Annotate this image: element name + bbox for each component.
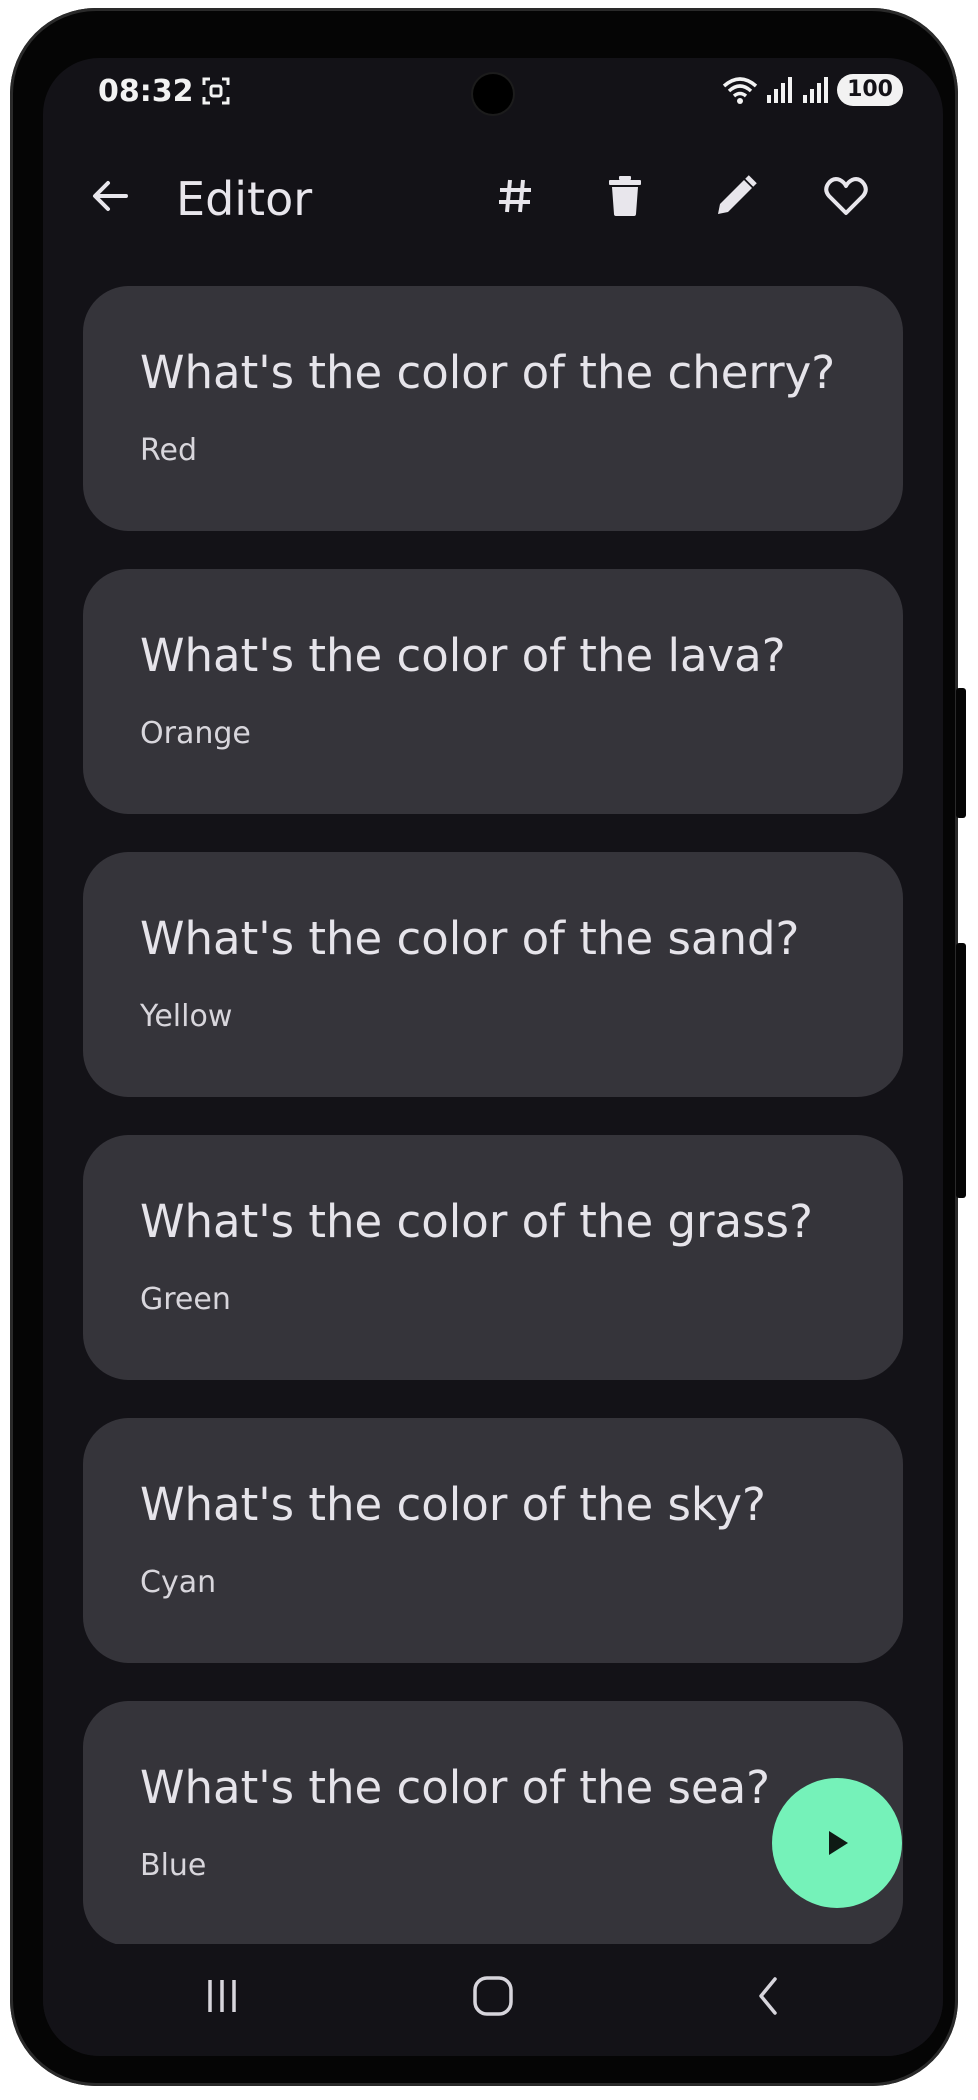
favorite-button[interactable] xyxy=(814,164,878,228)
card-answer: Blue xyxy=(140,1848,207,1883)
card-answer: Green xyxy=(140,1282,231,1317)
page-title: Editor xyxy=(176,172,313,226)
card-list: What's the color of the cherry? Red What… xyxy=(83,286,903,1984)
system-back-button[interactable] xyxy=(733,1966,803,2026)
signal-icon xyxy=(767,77,793,103)
card-question: What's the color of the lava? xyxy=(140,629,786,682)
card-question: What's the color of the grass? xyxy=(140,1195,813,1248)
hash-icon xyxy=(499,179,531,213)
list-item[interactable]: What's the color of the sand? Yellow xyxy=(83,852,903,1097)
back-button[interactable] xyxy=(78,164,142,228)
home-button[interactable] xyxy=(458,1966,528,2026)
status-icons: 100 xyxy=(721,72,903,108)
volume-button xyxy=(956,688,966,818)
play-button[interactable] xyxy=(772,1778,902,1908)
list-item[interactable]: What's the color of the lava? Orange xyxy=(83,569,903,814)
card-answer: Yellow xyxy=(140,999,233,1034)
phone-frame: 08:32 100 Editor What's the color of the… xyxy=(10,8,966,2086)
trash-icon xyxy=(609,176,641,216)
delete-button[interactable] xyxy=(593,164,657,228)
card-answer: Cyan xyxy=(140,1565,217,1600)
list-item[interactable]: What's the color of the grass? Green xyxy=(83,1135,903,1380)
card-question: What's the color of the sand? xyxy=(140,912,800,965)
card-question: What's the color of the sky? xyxy=(140,1478,766,1531)
pencil-icon xyxy=(718,175,757,214)
system-nav-bar xyxy=(43,1944,943,2056)
screenshot-icon xyxy=(202,77,230,105)
list-item[interactable]: What's the color of the cherry? Red xyxy=(83,286,903,531)
heart-outline-icon xyxy=(824,177,868,215)
front-camera xyxy=(473,74,513,114)
status-time: 08:32 xyxy=(98,74,194,109)
top-app-bar: Editor xyxy=(43,148,943,244)
tags-button[interactable] xyxy=(483,164,547,228)
signal-icon-2 xyxy=(803,77,829,103)
wifi-icon xyxy=(722,77,758,104)
recents-icon xyxy=(208,1980,236,2012)
power-button xyxy=(956,943,966,1198)
battery-indicator: 100 xyxy=(837,74,903,106)
card-answer: Orange xyxy=(140,716,251,751)
card-answer: Red xyxy=(140,433,197,468)
recents-button[interactable] xyxy=(187,1966,257,2026)
card-question: What's the color of the sea? xyxy=(140,1761,771,1814)
play-icon xyxy=(829,1831,848,1855)
card-question: What's the color of the cherry? xyxy=(140,346,836,399)
back-arrow-icon xyxy=(93,181,128,211)
screen: 08:32 100 Editor What's the color of the… xyxy=(43,58,943,2056)
back-icon xyxy=(759,1977,777,2015)
status-bar: 08:32 100 xyxy=(43,58,943,118)
edit-button[interactable] xyxy=(704,164,768,228)
home-icon xyxy=(473,1976,513,2016)
list-item[interactable]: What's the color of the sky? Cyan xyxy=(83,1418,903,1663)
